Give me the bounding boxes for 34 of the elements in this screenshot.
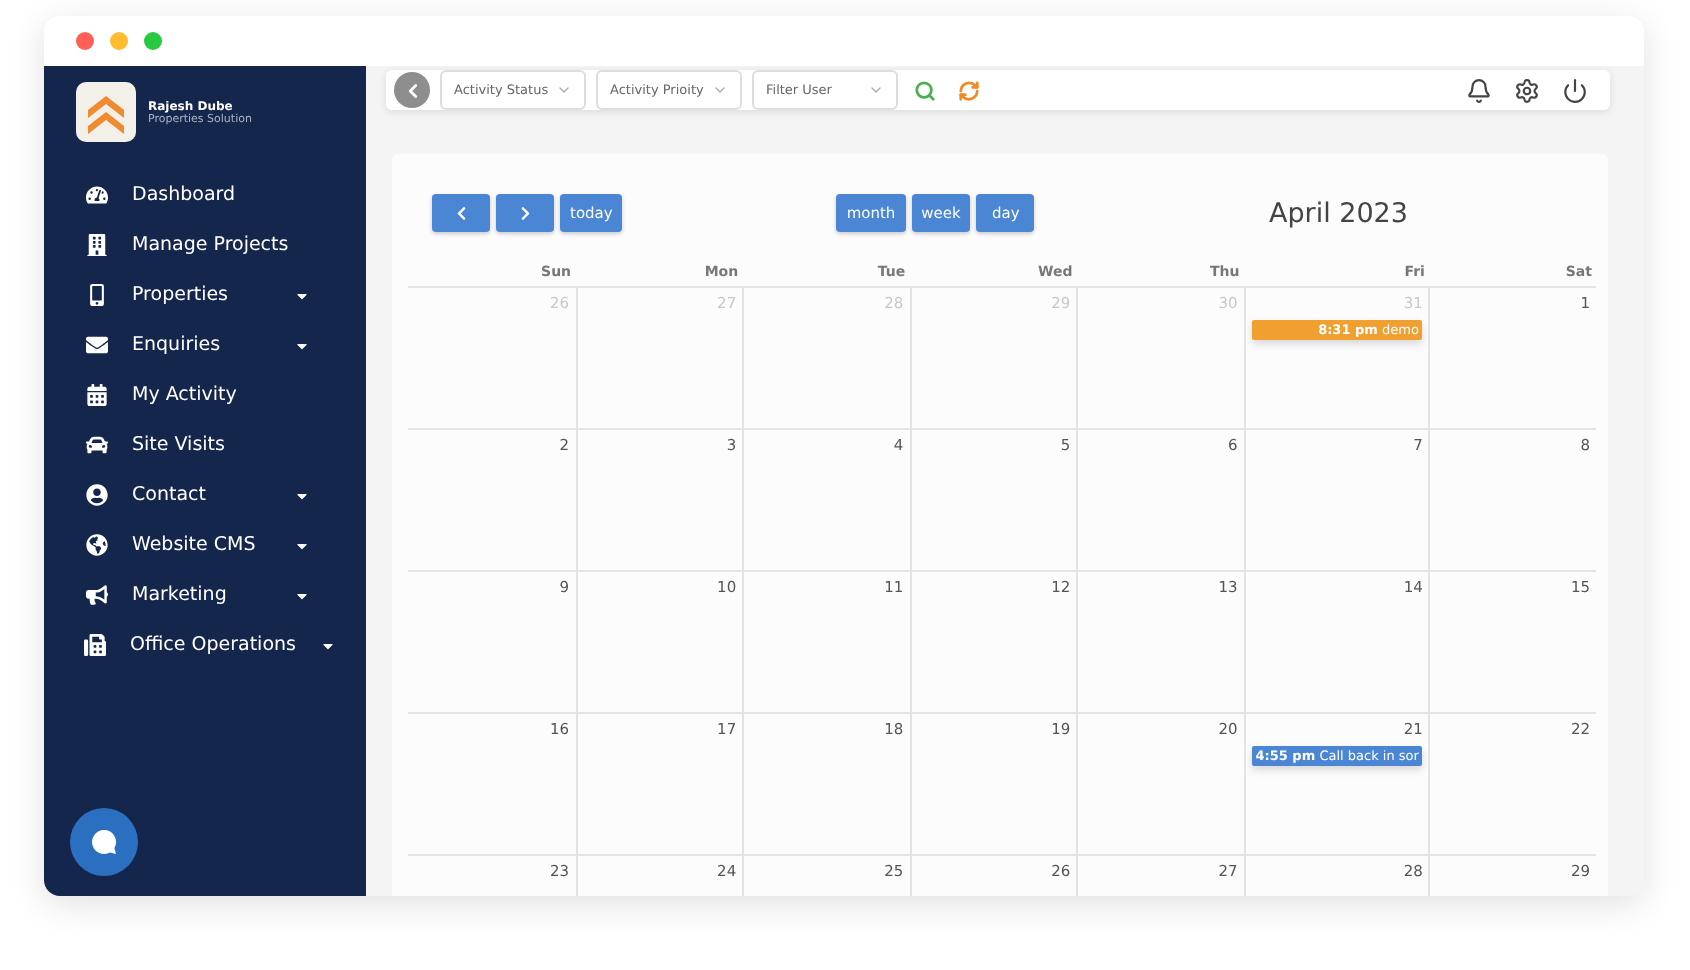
fax-icon [84, 634, 106, 656]
back-button[interactable] [394, 72, 430, 108]
next-button[interactable] [496, 194, 554, 232]
sidebar-item[interactable]: Properties [44, 270, 366, 320]
sidebar-item[interactable]: Dashboard [44, 170, 366, 220]
close-window-dot[interactable] [76, 32, 94, 50]
sidebar-item[interactable]: Site Visits [44, 420, 366, 470]
chevron-left-icon [453, 205, 469, 221]
car-icon [84, 434, 108, 456]
sidebar-item[interactable]: Contact [44, 470, 366, 520]
speech-bubble-icon [88, 826, 120, 858]
sidebar-item[interactable]: Office Operations [44, 620, 366, 670]
calendar-icon [84, 384, 108, 406]
sidebar-item[interactable]: Enquiries [44, 320, 366, 370]
chevron-right-icon [517, 205, 533, 221]
sidebar-item[interactable]: Website CMS [44, 520, 366, 570]
sidebar-item[interactable]: Manage Projects [44, 220, 366, 270]
chevron-down-icon [868, 82, 884, 98]
prev-button[interactable] [432, 194, 490, 232]
user-icon [84, 484, 108, 506]
logo-icon [76, 82, 136, 142]
megaphone-icon [84, 584, 108, 606]
building-icon [84, 234, 108, 256]
minimize-window-dot[interactable] [110, 32, 128, 50]
sidebar-item[interactable]: Marketing [44, 570, 366, 620]
sidebar-item[interactable]: My Activity [44, 370, 366, 420]
chevron-down-icon [556, 82, 572, 98]
globe-icon [84, 534, 108, 556]
envelope-icon [84, 334, 108, 356]
phone-icon [84, 284, 108, 306]
maximize-window-dot[interactable] [144, 32, 162, 50]
calendar-title: April 2023 [1268, 197, 1408, 229]
chevron-down-icon [712, 82, 728, 98]
gauge-icon [84, 184, 108, 206]
